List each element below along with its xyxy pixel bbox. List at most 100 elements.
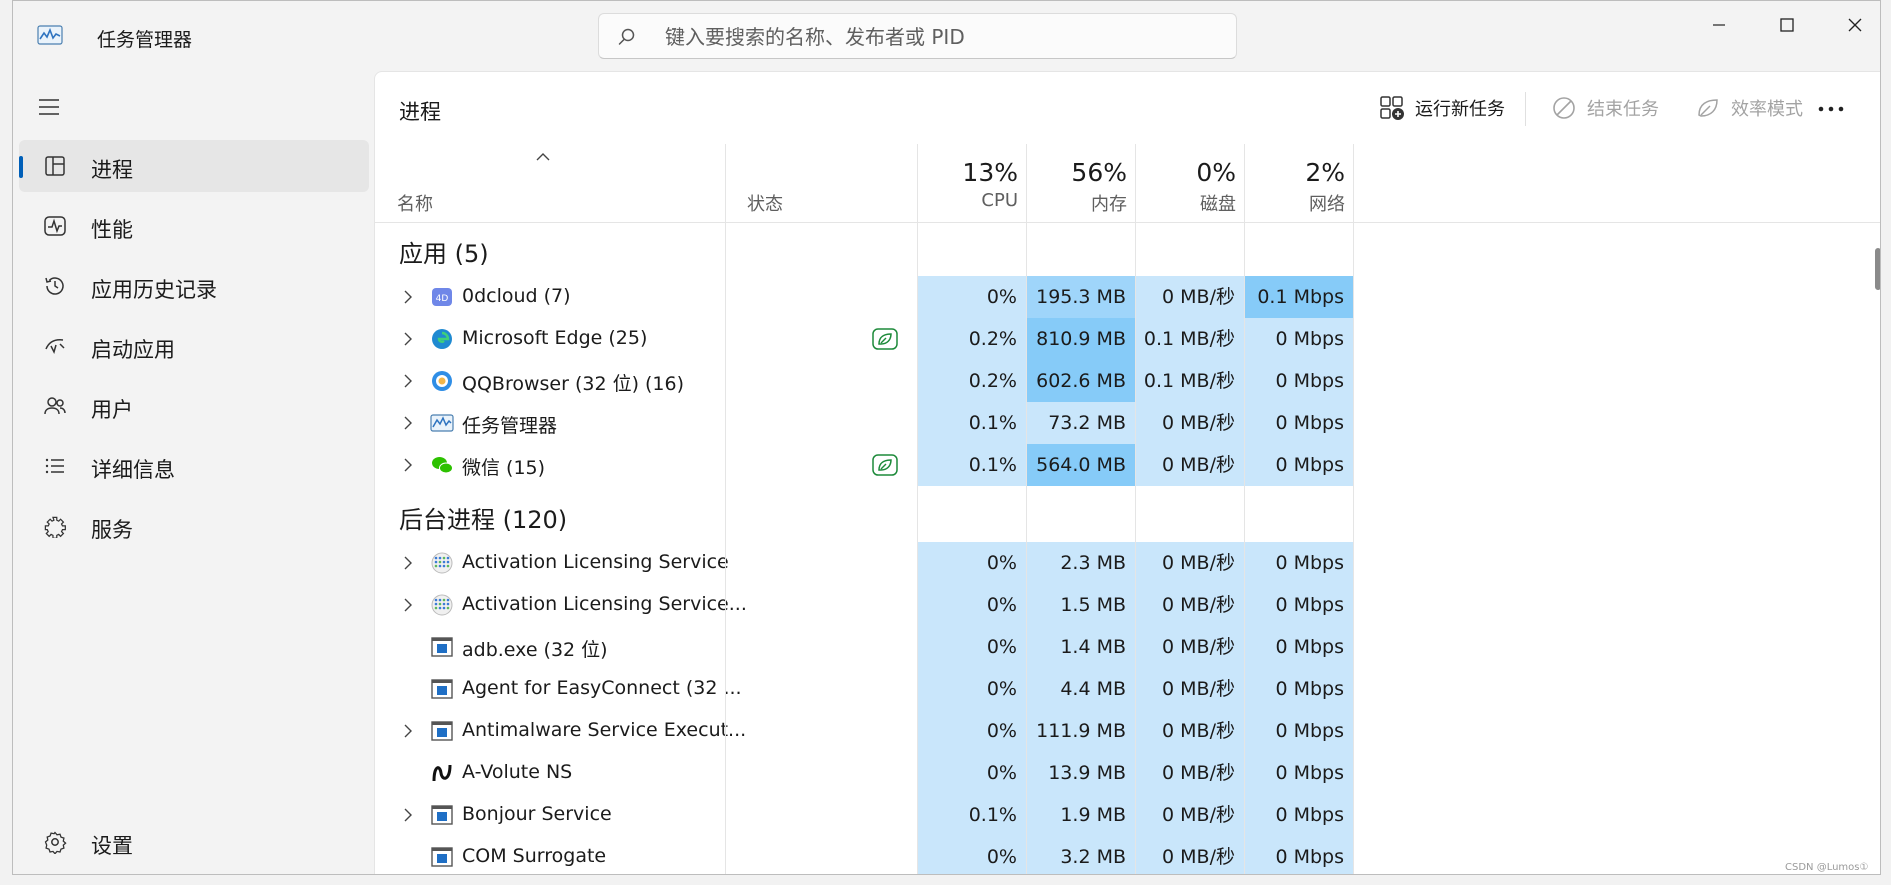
nav-item-label: 服务	[91, 518, 133, 542]
process-name: Agent for EasyConnect (32 ...	[462, 677, 742, 699]
memory-total-percent[interactable]: 56%	[1027, 158, 1127, 187]
exe-icon	[431, 637, 453, 657]
network-cell: 0 Mbps	[1245, 710, 1353, 752]
memory-cell: 73.2 MB	[1027, 402, 1135, 444]
column-divider	[1026, 144, 1027, 874]
nav-item-label: 用户	[91, 398, 133, 422]
process-name: 微信 (15)	[462, 457, 546, 479]
nav-item-details[interactable]: 详细信息	[19, 440, 369, 492]
nav-item-label: 应用历史记录	[91, 278, 217, 302]
run-new-task-button[interactable]: 运行新任务	[1379, 90, 1505, 126]
chevron-right-icon[interactable]	[400, 554, 416, 572]
cpu-cell: 0%	[918, 584, 1026, 626]
process-row[interactable]: Activation Licensing Service 0% 2.3 MB 0 MB…	[375, 542, 1880, 584]
disk-cell: 0 MB/秒	[1136, 626, 1244, 668]
memory-cell: 13.9 MB	[1027, 752, 1135, 794]
chevron-right-icon[interactable]	[400, 372, 416, 390]
exe-icon	[431, 679, 453, 699]
process-row[interactable]: Activation Licensing Service... 0% 1.5 MB 0…	[375, 584, 1880, 626]
disk-cell: 0 MB/秒	[1136, 710, 1244, 752]
network-cell: 0.1 Mbps	[1245, 276, 1353, 318]
run-task-icon	[1380, 96, 1404, 120]
disk-cell: 0 MB/秒	[1136, 794, 1244, 836]
cpu-cell: 0.1%	[918, 794, 1026, 836]
disk-cell: 0 MB/秒	[1136, 444, 1244, 486]
nav-item-processes[interactable]: 进程	[19, 140, 369, 192]
search-box[interactable]	[598, 13, 1237, 59]
window-title: 任务管理器	[97, 29, 193, 51]
process-row[interactable]: A-Volute NS 0% 13.9 MB 0 MB/秒 0 Mbps	[375, 752, 1880, 794]
disk-total-percent[interactable]: 0%	[1136, 158, 1236, 187]
nav-item-users[interactable]: 用户	[19, 380, 369, 432]
group-title-background: 后台进程 (120)	[399, 506, 568, 534]
svg-text:4D: 4D	[436, 294, 449, 304]
process-name: Activation Licensing Service...	[462, 593, 747, 615]
more-options-button[interactable]	[1815, 94, 1847, 124]
processes-panel: 进程 运行新任务 结束任务 效率模式 名称 状态 13% CPU 56% 内存 …	[374, 71, 1880, 874]
end-task-button[interactable]: 结束任务	[1551, 90, 1659, 126]
process-name: COM Surrogate	[462, 845, 607, 867]
disk-cell: 0.1 MB/秒	[1136, 360, 1244, 402]
nav-menu-button[interactable]	[33, 91, 65, 123]
process-row[interactable]: Agent for EasyConnect (32 ... 0% 4.4 MB 0 M…	[375, 668, 1880, 710]
header-divider	[375, 222, 1880, 223]
startup-apps-icon	[45, 339, 65, 355]
process-name: Antimalware Service Execut...	[462, 719, 747, 741]
chevron-right-icon[interactable]	[400, 414, 416, 432]
run-new-task-label: 运行新任务	[1415, 99, 1505, 120]
process-row[interactable]: adb.exe (32 位) 0% 1.4 MB 0 MB/秒 0 Mbps	[375, 626, 1880, 668]
vertical-scrollbar[interactable]	[1875, 248, 1880, 290]
process-row[interactable]: Antimalware Service Execut... 0% 111.9 MB 0…	[375, 710, 1880, 752]
avolute-icon	[432, 764, 452, 782]
chevron-right-icon[interactable]	[400, 722, 416, 740]
close-button[interactable]	[1825, 5, 1880, 45]
efficiency-mode-label: 效率模式	[1731, 99, 1803, 120]
chevron-right-icon[interactable]	[400, 288, 416, 306]
maximize-button[interactable]	[1757, 5, 1817, 45]
column-memory[interactable]: 内存	[1027, 190, 1127, 216]
nav-item-app-history[interactable]: 应用历史记录	[19, 260, 369, 312]
process-row[interactable]: 任务管理器 0.1% 73.2 MB 0 MB/秒 0 Mbps	[375, 402, 1880, 444]
process-name: Microsoft Edge (25)	[462, 327, 648, 349]
process-row[interactable]: Bonjour Service 0.1% 1.9 MB 0 MB/秒 0 Mbps	[375, 794, 1880, 836]
nav-item-startup-apps[interactable]: 启动应用	[19, 320, 369, 372]
chevron-right-icon[interactable]	[400, 330, 416, 348]
column-network[interactable]: 网络	[1245, 190, 1345, 216]
process-name: A-Volute NS	[462, 761, 573, 783]
network-cell: 0 Mbps	[1245, 836, 1353, 874]
chevron-right-icon[interactable]	[400, 456, 416, 474]
processes-icon	[45, 156, 65, 176]
process-row[interactable]: 4D 0dcloud (7) 0% 195.3 MB 0 MB/秒 0.1 Mbps	[375, 276, 1880, 318]
minimize-button[interactable]	[1689, 5, 1749, 45]
page-title: 进程	[399, 100, 441, 124]
process-row[interactable]: COM Surrogate 0% 3.2 MB 0 MB/秒 0 Mbps	[375, 836, 1880, 874]
process-row[interactable]: 微信 (15) 0.1% 564.0 MB 0 MB/秒 0 Mbps	[375, 444, 1880, 486]
exe-icon	[431, 805, 453, 825]
network-cell: 0 Mbps	[1245, 752, 1353, 794]
cpu-total-percent[interactable]: 13%	[918, 158, 1018, 187]
column-cpu[interactable]: CPU	[918, 190, 1018, 211]
efficiency-mode-button[interactable]: 效率模式	[1695, 90, 1803, 126]
maximize-icon	[1780, 18, 1794, 32]
memory-cell: 1.9 MB	[1027, 794, 1135, 836]
chevron-right-icon[interactable]	[400, 596, 416, 614]
column-status[interactable]: 状态	[747, 190, 783, 216]
column-disk[interactable]: 磁盘	[1136, 190, 1236, 216]
nav-item-settings[interactable]: 设置	[19, 816, 369, 868]
sort-ascending-icon[interactable]	[535, 152, 551, 162]
network-cell: 0 Mbps	[1245, 360, 1353, 402]
chevron-right-icon[interactable]	[400, 806, 416, 824]
services-icon	[44, 516, 66, 538]
process-name: 任务管理器	[462, 415, 558, 437]
hamburger-icon	[39, 99, 59, 115]
network-cell: 0 Mbps	[1245, 542, 1353, 584]
nav-item-performance[interactable]: 性能	[19, 200, 369, 252]
search-input[interactable]	[663, 22, 1227, 52]
memory-cell: 2.3 MB	[1027, 542, 1135, 584]
column-name[interactable]: 名称	[397, 190, 433, 216]
process-row[interactable]: Microsoft Edge (25) 0.2% 810.9 MB 0.1 MB/秒 0…	[375, 318, 1880, 360]
network-total-percent[interactable]: 2%	[1245, 158, 1345, 187]
network-cell: 0 Mbps	[1245, 626, 1353, 668]
process-row[interactable]: QQBrowser (32 位) (16) 0.2% 602.6 MB 0.1 MB/…	[375, 360, 1880, 402]
nav-item-services[interactable]: 服务	[19, 500, 369, 552]
